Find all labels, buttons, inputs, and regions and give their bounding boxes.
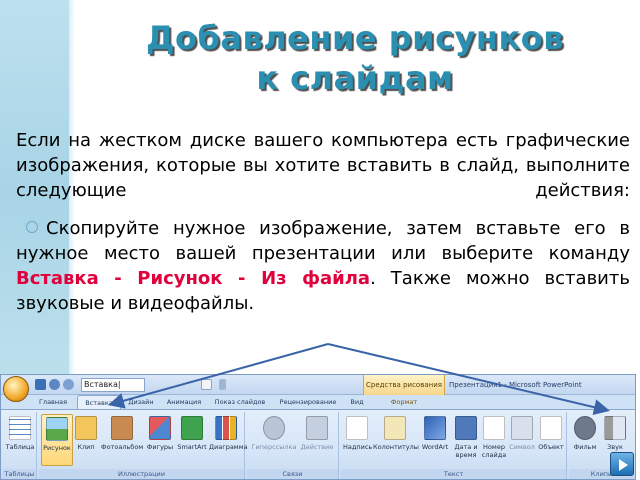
smartart-button-label: SmartArt bbox=[177, 443, 207, 451]
textbox-button-label: Надпись bbox=[343, 443, 373, 451]
date-time-button-label: Дата и время bbox=[454, 443, 478, 459]
ribbon-panel: Таблица Таблицы Рисунок Клип Фотоальбом … bbox=[1, 409, 635, 479]
shapes-icon bbox=[149, 416, 171, 440]
table-button[interactable]: Таблица bbox=[4, 414, 36, 466]
tab-animation[interactable]: Анимация bbox=[163, 395, 205, 409]
header-footer-button-label: Колонтитулы bbox=[373, 443, 419, 451]
picture-icon bbox=[46, 417, 68, 441]
shapes-button[interactable]: Фигуры bbox=[145, 414, 175, 466]
new-slide-icon[interactable] bbox=[201, 379, 212, 390]
clipart-icon bbox=[75, 416, 97, 440]
command-separator-2: - bbox=[222, 268, 262, 289]
table-icon bbox=[9, 416, 31, 440]
group-label-text: Текст bbox=[341, 469, 566, 479]
office-button[interactable] bbox=[3, 376, 29, 402]
symbol-button-label: Символ bbox=[509, 443, 535, 451]
ribbon-screenshot: Вставка| Средства рисования Презентация1… bbox=[0, 374, 636, 480]
group-label-links: Связи bbox=[247, 469, 338, 479]
ribbon-tabs: Главная Вставка Дизайн Анимация Показ сл… bbox=[1, 395, 635, 409]
picture-button-label: Рисунок bbox=[43, 444, 71, 452]
tab-slideshow[interactable]: Показ слайдов bbox=[211, 395, 269, 409]
speaker-icon bbox=[604, 416, 626, 440]
context-tab-drawing-tools: Средства рисования bbox=[363, 375, 445, 395]
slide-title: Добавление рисунков к слайдам bbox=[70, 18, 640, 98]
bullet-marker-icon bbox=[26, 221, 38, 233]
textbox-button[interactable]: Надпись bbox=[343, 414, 373, 466]
omega-icon bbox=[511, 416, 533, 440]
sound-button-label: Звук bbox=[607, 443, 623, 451]
chart-button[interactable]: Диаграмма bbox=[209, 414, 248, 466]
undo-icon[interactable] bbox=[49, 379, 60, 390]
hyperlink-button-label: Гиперссылка bbox=[251, 443, 297, 451]
object-button-label: Объект bbox=[538, 443, 564, 451]
table-button-label: Таблица bbox=[5, 443, 35, 451]
group-text: Надпись Колонтитулы WordArt Дата и время… bbox=[341, 412, 567, 479]
wordart-icon bbox=[424, 416, 446, 440]
object-button[interactable]: Объект bbox=[537, 414, 565, 466]
command-from-file: Из файла bbox=[261, 268, 371, 289]
customize-qat-icon[interactable] bbox=[219, 379, 226, 390]
date-time-button[interactable]: Дата и время bbox=[453, 414, 479, 466]
object-icon bbox=[540, 416, 562, 440]
textbox-icon bbox=[346, 416, 368, 440]
intro-paragraph: Если на жестком диске вашего компьютера … bbox=[16, 130, 630, 201]
group-tables: Таблица Таблицы bbox=[3, 412, 37, 479]
film-reel-icon bbox=[574, 416, 596, 440]
next-slide-button[interactable] bbox=[610, 452, 634, 476]
header-footer-icon bbox=[384, 416, 406, 440]
action-button-label: Действие bbox=[300, 443, 334, 451]
window-title: Презентация1 - Microsoft PowerPoint bbox=[449, 381, 582, 389]
slide-number-button[interactable]: Номер слайда bbox=[481, 414, 507, 466]
tab-format[interactable]: Формат bbox=[375, 395, 433, 409]
smartart-icon bbox=[181, 416, 203, 440]
group-label-tables: Таблицы bbox=[3, 469, 36, 479]
hyperlink-icon bbox=[263, 416, 285, 440]
shapes-button-label: Фигуры bbox=[146, 443, 174, 451]
header-footer-button[interactable]: Колонтитулы bbox=[373, 414, 419, 466]
tab-home[interactable]: Главная bbox=[33, 395, 73, 409]
redo-icon[interactable] bbox=[63, 379, 74, 390]
movie-button-label: Фильм bbox=[573, 443, 597, 451]
photo-album-button-label: Фотоальбом bbox=[101, 443, 144, 451]
action-icon bbox=[306, 416, 328, 440]
wordart-button-label: WordArt bbox=[421, 443, 449, 451]
tab-review[interactable]: Рецензирование bbox=[273, 395, 343, 409]
wordart-button[interactable]: WordArt bbox=[419, 414, 451, 466]
bullet-item: Скопируйте нужное изображение, затем вст… bbox=[16, 216, 630, 316]
chart-button-label: Диаграмма bbox=[209, 443, 248, 451]
group-label-illustrations: Иллюстрации bbox=[39, 469, 244, 479]
photo-album-button[interactable]: Фотоальбом bbox=[101, 414, 143, 466]
tab-design[interactable]: Дизайн bbox=[123, 395, 159, 409]
slide-number-button-label: Номер слайда bbox=[481, 443, 507, 459]
save-icon[interactable] bbox=[35, 379, 46, 390]
slide-number-icon bbox=[483, 416, 505, 440]
clip-button-label: Клип bbox=[77, 443, 95, 451]
command-insert: Вставка bbox=[16, 268, 99, 289]
smartart-button[interactable]: SmartArt bbox=[177, 414, 207, 466]
slide-title-line1: Добавление рисунков bbox=[146, 19, 564, 57]
clip-button[interactable]: Клип bbox=[73, 414, 99, 466]
action-button[interactable]: Действие bbox=[299, 414, 335, 466]
command-separator-1: - bbox=[98, 268, 138, 289]
command-picture: Рисунок bbox=[137, 268, 223, 289]
slide-title-line2: к слайдам bbox=[256, 59, 454, 97]
hyperlink-button[interactable]: Гиперссылка bbox=[251, 414, 297, 466]
bullet-text-before: Скопируйте нужное изображение, затем вст… bbox=[16, 218, 630, 264]
chart-icon bbox=[215, 416, 237, 440]
quick-access-toolbar: Вставка| Средства рисования Презентация1… bbox=[1, 375, 635, 395]
tab-view[interactable]: Вид bbox=[345, 395, 369, 409]
qat-text-field[interactable]: Вставка| bbox=[81, 378, 145, 392]
tab-insert[interactable]: Вставка bbox=[77, 395, 121, 409]
group-links: Гиперссылка Действие Связи bbox=[247, 412, 339, 479]
photo-album-icon bbox=[111, 416, 133, 440]
picture-button[interactable]: Рисунок bbox=[41, 414, 73, 466]
movie-button[interactable]: Фильм bbox=[571, 414, 599, 466]
calendar-icon bbox=[455, 416, 477, 440]
symbol-button[interactable]: Символ bbox=[509, 414, 535, 466]
group-illustrations: Рисунок Клип Фотоальбом Фигуры SmartArt … bbox=[39, 412, 248, 479]
